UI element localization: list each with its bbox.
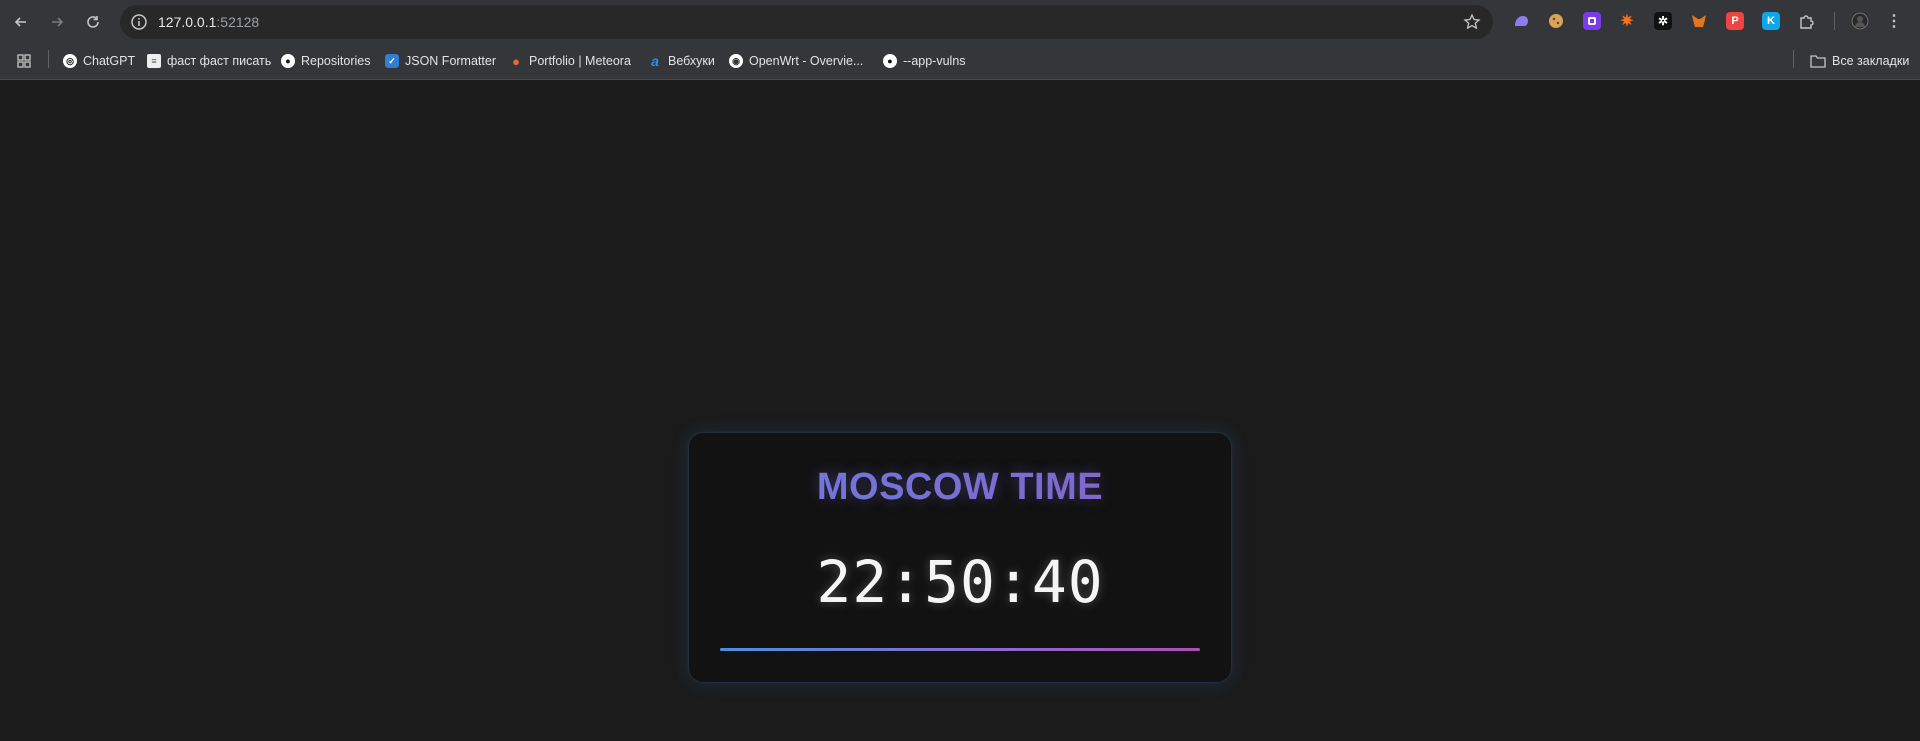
bookmark-chatgpt[interactable]: ◎ ChatGPT	[63, 50, 135, 72]
address-bar[interactable]: 127.0.0.1:52128	[120, 5, 1493, 39]
clock-time: 22:50:40	[816, 548, 1104, 616]
more-menu-icon[interactable]: ⋮	[1885, 12, 1903, 30]
github-icon: ●	[281, 54, 295, 68]
github-icon: ●	[883, 54, 897, 68]
arrow-right-icon	[52, 17, 64, 27]
page-icon: ≡	[147, 54, 161, 68]
bookmark-label: фаст фаст писать	[167, 54, 272, 68]
toolbar-separator	[1834, 12, 1835, 30]
chatgpt-icon: ◎	[63, 54, 77, 68]
k-extension-icon[interactable]: K	[1762, 12, 1780, 30]
apps-grid-button[interactable]	[16, 50, 32, 72]
meteora-icon: ●	[512, 53, 520, 69]
bookmarks-separator	[1793, 50, 1794, 68]
checkbox-icon: ✓	[385, 54, 399, 68]
bookmark-fast-fast[interactable]: ≡ фаст фаст писать	[147, 50, 271, 72]
bookmark-app-vulns[interactable]: ● --app-vulns	[883, 50, 966, 72]
back-button[interactable]	[7, 8, 35, 36]
apps-grid-icon	[17, 54, 31, 68]
bookmark-star-icon[interactable]	[1463, 13, 1481, 31]
bookmark-label: Вебхуки	[668, 54, 715, 68]
bookmark-label: JSON Formatter	[405, 54, 496, 68]
webhook-icon: a	[651, 53, 659, 69]
bookmarks-separator	[48, 50, 49, 68]
browser-toolbar: 127.0.0.1:52128 ✷ ✲ P K ⋮	[0, 0, 1920, 44]
bookmark-label: Repositories	[301, 54, 371, 68]
profile-avatar[interactable]	[1851, 12, 1869, 30]
bookmark-json-formatter[interactable]: ✓ JSON Formatter	[385, 50, 496, 72]
folder-icon	[1810, 55, 1826, 68]
p-extension-icon[interactable]: P	[1726, 12, 1744, 30]
x-extension-icon[interactable]: ✲	[1654, 12, 1672, 30]
clock-title: MOSCOW TIME	[689, 466, 1231, 509]
bookmark-meteora[interactable]: ● Portfolio | Meteora	[509, 50, 631, 72]
site-info-icon[interactable]	[130, 13, 148, 31]
bookmark-label: ChatGPT	[83, 54, 136, 68]
clock-card: MOSCOW TIME 22:50:40	[689, 433, 1231, 682]
bookmark-openwrt[interactable]: ◉ OpenWrt - Overvie...	[729, 50, 863, 72]
purple-phone-extension-icon[interactable]	[1583, 12, 1601, 30]
openwrt-icon: ◉	[729, 54, 743, 68]
bookmark-label: OpenWrt - Overvie...	[749, 54, 864, 68]
bookmark-repositories[interactable]: ● Repositories	[281, 50, 370, 72]
metamask-fox-icon[interactable]	[1690, 12, 1708, 30]
accent-underline	[720, 648, 1200, 651]
arrow-left-icon	[14, 17, 26, 27]
forward-button[interactable]	[43, 8, 71, 36]
ghost-extension-icon[interactable]	[1512, 12, 1530, 30]
reload-icon	[87, 16, 99, 28]
browser-chrome: 127.0.0.1:52128 ✷ ✲ P K ⋮ ◎ ChatGPT ≡ фа…	[0, 0, 1920, 80]
url-port: :52128	[216, 14, 260, 30]
all-bookmarks-button[interactable]: Все закладки	[1810, 50, 1909, 72]
bookmarks-bar: ◎ ChatGPT ≡ фаст фаст писать ● Repositor…	[0, 44, 1920, 79]
all-bookmarks-label: Все закладки	[1832, 54, 1910, 68]
extensions-puzzle-icon[interactable]	[1798, 12, 1816, 30]
bookmark-label: --app-vulns	[903, 54, 966, 68]
url-text[interactable]: 127.0.0.1:52128	[158, 14, 259, 30]
bookmark-webhooks[interactable]: a Вебхуки	[648, 50, 715, 72]
spark-extension-icon[interactable]: ✷	[1618, 12, 1636, 30]
bookmark-label: Portfolio | Meteora	[529, 54, 631, 68]
url-host: 127.0.0.1	[158, 14, 217, 30]
chrome-divider	[0, 79, 1920, 80]
reload-button[interactable]	[79, 8, 107, 36]
cookie-extension-icon[interactable]	[1547, 12, 1565, 30]
